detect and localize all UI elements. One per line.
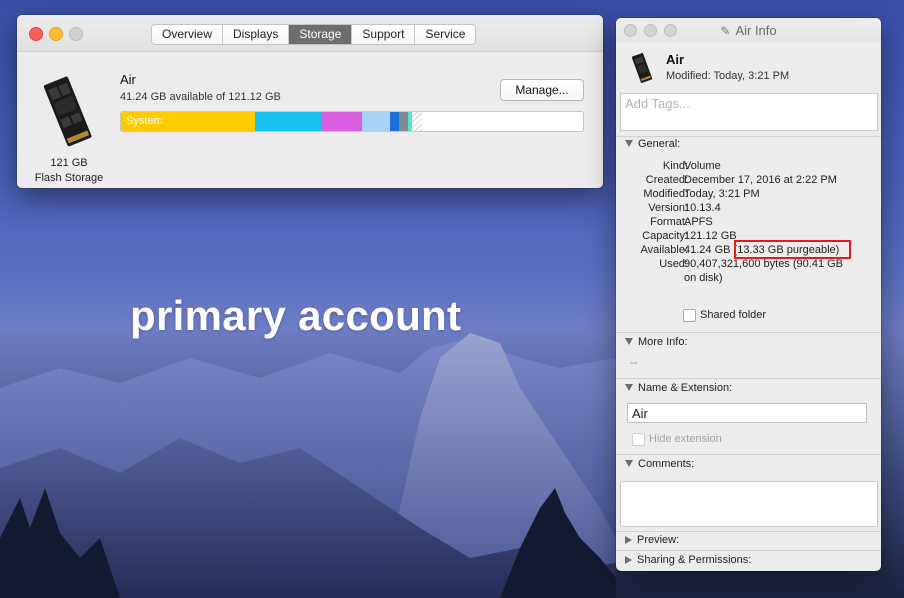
tab-support[interactable]: Support (352, 25, 416, 44)
divider (616, 332, 881, 333)
window-title: ✎ Air Info (616, 23, 881, 38)
section-general-label: General: (638, 138, 681, 150)
purgeable-highlight (734, 240, 851, 259)
section-sharing-label: Sharing & Permissions: (637, 554, 752, 566)
drive-caption: 121 GB Flash Storage (17, 156, 121, 186)
minimize-button[interactable] (49, 27, 63, 41)
divider (616, 454, 881, 455)
name-field[interactable]: Air (627, 403, 867, 423)
storage-segment (399, 112, 408, 131)
section-preview-label: Preview: (637, 534, 680, 546)
flash-storage-icon (43, 76, 92, 147)
close-button[interactable] (29, 27, 43, 41)
info-key: Created: (645, 174, 688, 186)
window-title-text: Air Info (735, 23, 777, 38)
storage-segment (361, 112, 391, 131)
section-general-toggle[interactable]: General: (625, 138, 680, 150)
drive-type-label: Flash Storage (34, 172, 104, 184)
storage-segment (390, 112, 400, 131)
storage-segment (254, 112, 321, 131)
info-key: Capacity: (642, 230, 688, 242)
disclosure-down-icon (625, 384, 633, 391)
section-name-extension-label: Name & Extension: (638, 382, 733, 394)
divider (616, 378, 881, 379)
info-value: Volume (684, 160, 721, 172)
volume-name: Air (120, 72, 136, 87)
more-info-value: -- (630, 357, 638, 369)
get-info-window: ✎ Air Info Air Modified: Today, 3:21 PM A… (616, 18, 881, 571)
section-preview-toggle[interactable]: Preview: (625, 534, 679, 546)
tab-overview[interactable]: Overview (152, 25, 224, 44)
hide-extension-label: Hide extension (649, 433, 722, 445)
disclosure-down-icon (625, 140, 633, 147)
storage-segment (320, 112, 362, 131)
volume-proxy-icon: ✎ (720, 24, 731, 38)
shared-folder-label: Shared folder (700, 309, 767, 321)
disclosure-down-icon (625, 460, 633, 467)
section-sharing-toggle[interactable]: Sharing & Permissions: (625, 554, 751, 566)
storage-segment (411, 112, 422, 131)
info-key: Available: (640, 244, 689, 256)
storage-panel: 121 GB Flash Storage Air 41.24 GB availa… (17, 52, 603, 188)
info-key: Modified: (643, 188, 688, 200)
overlay-caption: primary account (130, 292, 462, 339)
comments-field[interactable] (620, 481, 878, 527)
disclosure-down-icon (625, 338, 633, 345)
disclosure-right-icon (625, 536, 632, 544)
tags-placeholder: Add Tags... (625, 96, 690, 111)
tab-displays[interactable]: Displays (223, 25, 290, 44)
volume-icon (631, 53, 653, 83)
divider (616, 136, 881, 137)
section-comments-toggle[interactable]: Comments: (625, 458, 694, 470)
tab-bar: Overview Displays Storage Support Servic… (151, 24, 477, 45)
tab-storage[interactable]: Storage (289, 25, 353, 44)
info-key: Format: (650, 216, 688, 228)
volume-available: 41.24 GB available of 121.12 GB (120, 91, 281, 103)
info-value: December 17, 2016 at 2:22 PM (684, 174, 837, 186)
info-value: Today, 3:21 PM (684, 188, 760, 200)
about-titlebar[interactable]: Overview Displays Storage Support Servic… (17, 15, 603, 52)
item-modified: Modified: Today, 3:21 PM (666, 70, 790, 82)
info-value: APFS (684, 216, 713, 228)
section-more-info-toggle[interactable]: More Info: (625, 336, 688, 348)
info-titlebar[interactable]: ✎ Air Info (616, 18, 881, 42)
tab-service[interactable]: Service (415, 25, 476, 44)
info-key: Version: (648, 202, 688, 214)
storage-bar-system-label: System (126, 115, 163, 127)
divider (616, 531, 881, 532)
manage-button[interactable]: Manage... (500, 79, 584, 101)
hide-extension-checkbox[interactable] (632, 433, 645, 446)
zoom-button[interactable] (69, 27, 83, 41)
info-value: 10.13.4 (684, 202, 721, 214)
section-more-info-label: More Info: (638, 336, 688, 348)
info-value: 90,407,321,600 bytes (90.41 GB on disk) (684, 258, 844, 284)
item-name: Air (666, 52, 685, 67)
shared-folder-checkbox[interactable] (683, 309, 696, 322)
tags-field[interactable]: Add Tags... (620, 93, 878, 131)
divider (616, 550, 881, 551)
storage-usage-bar: System (120, 111, 584, 132)
disclosure-right-icon (625, 556, 632, 564)
section-comments-label: Comments: (638, 458, 695, 470)
drive-capacity-label: 121 GB (50, 157, 88, 169)
about-this-mac-window: Overview Displays Storage Support Servic… (17, 15, 603, 188)
section-name-extension-toggle[interactable]: Name & Extension: (625, 382, 732, 394)
